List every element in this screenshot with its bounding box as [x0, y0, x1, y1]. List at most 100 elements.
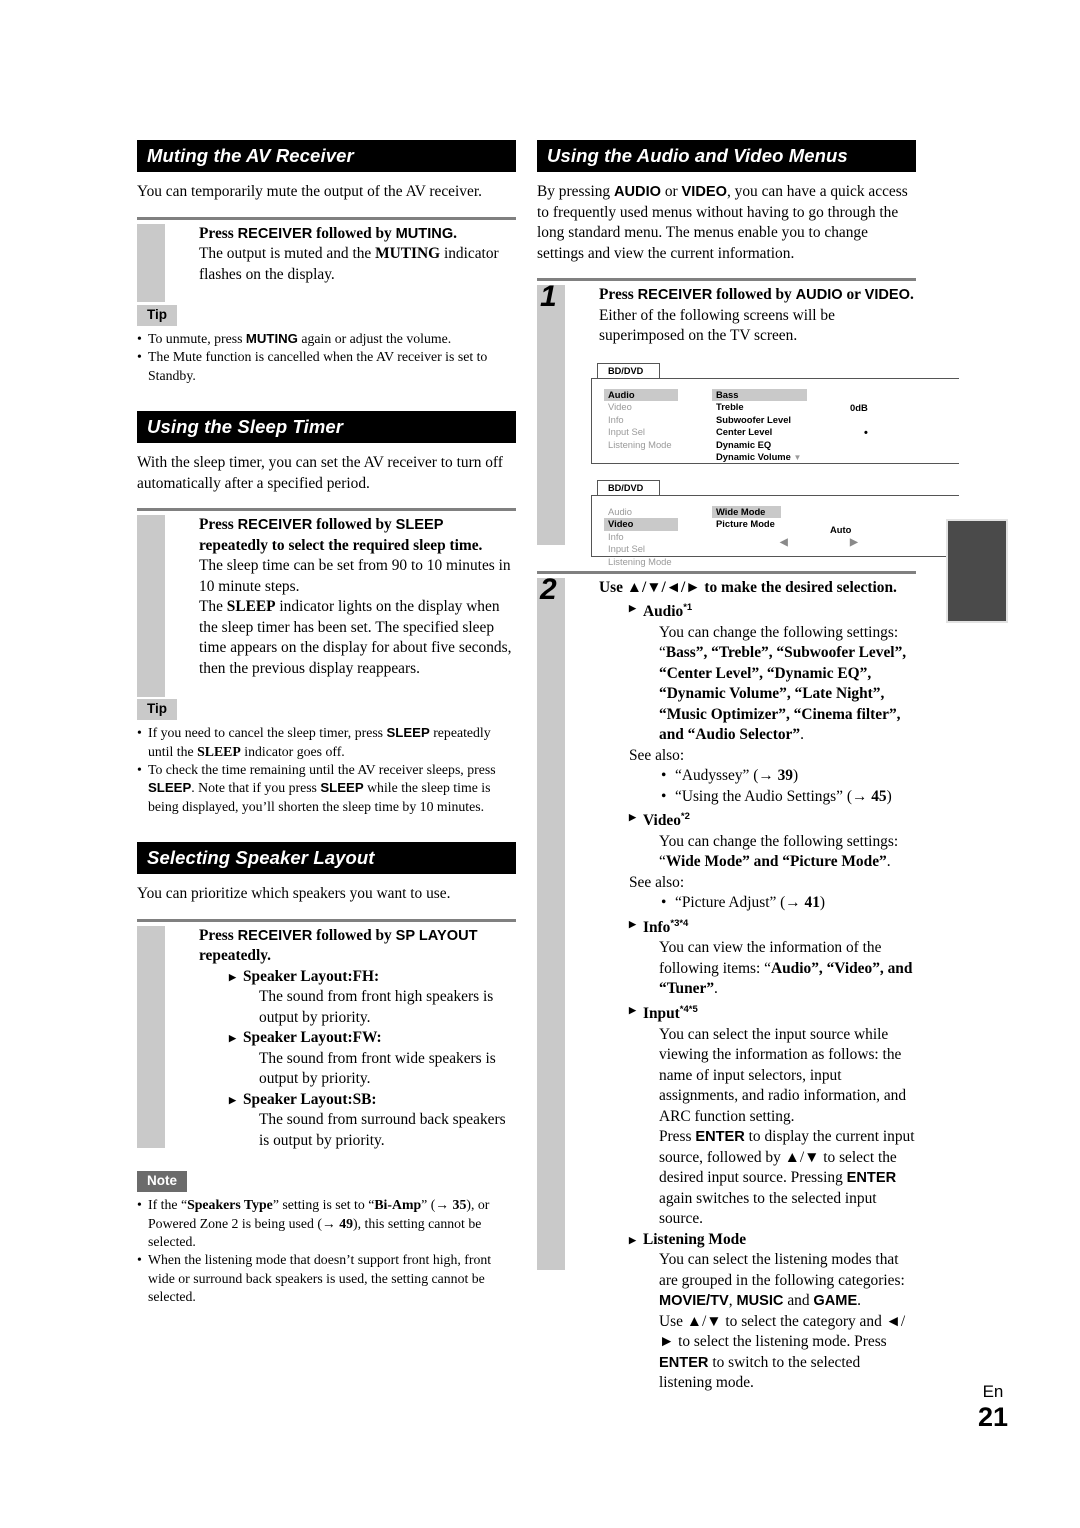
- osd-menu-item-audio[interactable]: Audio: [604, 506, 678, 519]
- link-tail: ): [792, 767, 799, 785]
- key-sleep: SLEEP: [226, 598, 276, 616]
- osd-menu-item-input-sel[interactable]: Input Sel: [604, 426, 678, 439]
- link-text: “Audyssey” (→: [675, 767, 778, 785]
- osd-menu-item-video[interactable]: Video: [604, 518, 678, 531]
- osd-submenu-item-bass[interactable]: Bass: [712, 388, 808, 402]
- list-item: If you need to cancel the sleep timer, p…: [137, 724, 516, 761]
- fw-description: The sound from front wide speakers is ou…: [259, 1049, 496, 1088]
- left-column: Muting the AV Receiver You can temporari…: [137, 140, 516, 1307]
- audio-see-also-label: See also:: [629, 746, 685, 764]
- body-key-muting: MUTING: [375, 245, 441, 262]
- osd-menu-item-audio[interactable]: Audio: [604, 388, 678, 402]
- key-sleep: SLEEP: [197, 743, 241, 759]
- osd-body: Audio Video Info Input Sel Listening Mod…: [591, 377, 959, 465]
- list-item: When the listening mode that doesn’t sup…: [137, 1251, 516, 1306]
- input-description-1: You can select the input source while vi…: [659, 1025, 907, 1125]
- procedure-rail: [537, 285, 565, 545]
- option-label-info: Info: [643, 918, 671, 936]
- key-receiver: RECEIVER: [637, 287, 713, 303]
- osd-submenu-item-dynamic-eq[interactable]: Dynamic EQ: [712, 439, 807, 452]
- osd-screen-video: BD/DVD Audio Video Info Input Sel Listen…: [591, 477, 959, 567]
- osd-submenu-item-treble[interactable]: Treble: [712, 401, 807, 414]
- osd-menu-item-listening-mode[interactable]: Listening Mode: [604, 439, 678, 452]
- step-mid: followed by: [312, 516, 396, 534]
- triangle-right-icon[interactable]: ▶: [850, 537, 858, 548]
- page-footer: En 21: [978, 1382, 1008, 1432]
- key-sleep: SLEEP: [148, 780, 192, 796]
- t2a: To check the time remaining until the AV…: [148, 762, 496, 778]
- n1c: ” (→: [421, 1197, 453, 1213]
- section-heading-speaker-layout: Selecting Speaker Layout: [137, 842, 516, 875]
- listening-mode-description-2: Use ▲/▼ to select the category and ◄/► t…: [659, 1312, 916, 1394]
- list-item: If the “Speakers Type” setting is set to…: [137, 1196, 516, 1251]
- step2-options: Audio*1 You can change the following set…: [629, 598, 916, 1394]
- term-bi-amp: Bi-Amp: [374, 1197, 422, 1213]
- sp-step-title: Press RECEIVER followed by SP LAYOUT rep…: [199, 926, 516, 967]
- osd-submenu-video: Wide Mode Picture Mode: [712, 505, 781, 531]
- sb-description: The sound from surround back speakers is…: [259, 1111, 506, 1149]
- key-enter: ENTER: [846, 1170, 897, 1186]
- right-column: Using the Audio and Video Menus By press…: [537, 140, 959, 1394]
- page-number: 21: [977, 1402, 1008, 1432]
- audio-text-b: .: [800, 726, 804, 744]
- osd-input-tab: BD/DVD: [597, 479, 661, 495]
- osd-submenu-item-center-level[interactable]: Center Level: [712, 426, 807, 439]
- osd-submenu-item-subwoofer-level[interactable]: Subwoofer Level: [712, 414, 807, 427]
- osd-submenu-item-wide-mode[interactable]: Wide Mode: [712, 505, 781, 519]
- input-description-2: Press ENTER to display the current input…: [659, 1127, 916, 1230]
- lm-d: .: [857, 1292, 862, 1309]
- key-muting: MUTING: [395, 225, 454, 242]
- page-content: Muting the AV Receiver You can temporari…: [137, 140, 959, 1400]
- option-label-input: Input: [643, 1005, 680, 1022]
- list-item[interactable]: “Picture Adjust” (→ 41): [659, 893, 916, 914]
- osd-menu-item-info[interactable]: Info: [604, 531, 678, 544]
- tip-badge: Tip: [137, 305, 177, 326]
- osd-menu-item-listening-mode[interactable]: Listening Mode: [604, 556, 678, 569]
- muting-tip-block: Tip To unmute, press MUTING again or adj…: [137, 305, 516, 385]
- list-item[interactable]: “Using the Audio Settings” (→ 45): [659, 787, 916, 808]
- option-label-video: Video: [643, 812, 681, 830]
- sleep-body-p1: The sleep time can be set from 90 to 10 …: [199, 557, 511, 595]
- triangle-left-icon[interactable]: ◀: [780, 537, 788, 548]
- sleep-procedure: Press RECEIVER followed by SLEEP repeate…: [137, 508, 516, 698]
- option-label-audio: Audio: [643, 603, 684, 621]
- key-sleep: SLEEP: [320, 780, 364, 796]
- footnote-marker: *3*4: [670, 917, 689, 929]
- muting-procedure: Press RECEIVER followed by MUTING. The o…: [137, 216, 516, 302]
- list-item: The Mute function is cancelled when the …: [137, 348, 516, 385]
- osd-menu-item-input-sel[interactable]: Input Sel: [604, 543, 678, 556]
- av-menus-step-1: 1 Press RECEIVER followed by AUDIO or VI…: [537, 278, 959, 567]
- s1-end: .: [910, 286, 914, 303]
- arrow-bullet-fw: Speaker Layout:FW:: [229, 1028, 516, 1049]
- sleep-tip-list: If you need to cancel the sleep timer, p…: [137, 724, 516, 816]
- list-item: To unmute, press MUTING again or adjust …: [137, 330, 516, 349]
- video-see-also-list: “Picture Adjust” (→ 41): [659, 893, 916, 914]
- step-number-2: 2: [540, 572, 557, 606]
- tip-text-b: again or adjust the volume.: [297, 331, 452, 346]
- footnote-marker: *4*5: [679, 1003, 698, 1015]
- t2b: . Note that if you press: [191, 780, 321, 796]
- muting-step-title: Press RECEIVER followed by MUTING.: [199, 224, 516, 245]
- av-menus-step-2: 2 Use ▲/▼/◄/► to make the desired select…: [537, 570, 916, 1394]
- list-item[interactable]: “Audyssey” (→ 39): [659, 766, 916, 787]
- osd-menu-item-info[interactable]: Info: [604, 414, 678, 427]
- info-description: You can view the information of the foll…: [659, 938, 916, 1000]
- osd-menu-item-video[interactable]: Video: [604, 401, 678, 414]
- procedure-rail: [537, 577, 565, 1270]
- osd-value-0db: 0dB: [850, 401, 868, 413]
- link-text: “Using the Audio Settings” (→: [675, 787, 872, 805]
- video-settings-list: Wide Mode” and “Picture Mode”: [665, 853, 887, 871]
- page-ref: 45: [871, 787, 887, 805]
- osd-submenu-item-picture-mode[interactable]: Picture Mode: [712, 518, 781, 531]
- category-music: MUSIC: [736, 1293, 784, 1309]
- page-ref: 49: [339, 1215, 353, 1231]
- speaker-layout-procedure: Press RECEIVER followed by SP LAYOUT rep…: [137, 918, 516, 1152]
- av-menus-intro: By pressing AUDIO or VIDEO, you can have…: [537, 182, 916, 264]
- osd-value-dot: •: [864, 426, 868, 439]
- video-text-b: .: [886, 853, 891, 871]
- footnote-marker: *2: [680, 811, 690, 823]
- key-audio: AUDIO: [613, 184, 661, 200]
- arrow-bullet-listening-mode: Listening Mode: [629, 1230, 916, 1251]
- osd-submenu-item-dynamic-volume[interactable]: Dynamic Volume ▼: [712, 451, 807, 465]
- step-end: .: [453, 224, 458, 242]
